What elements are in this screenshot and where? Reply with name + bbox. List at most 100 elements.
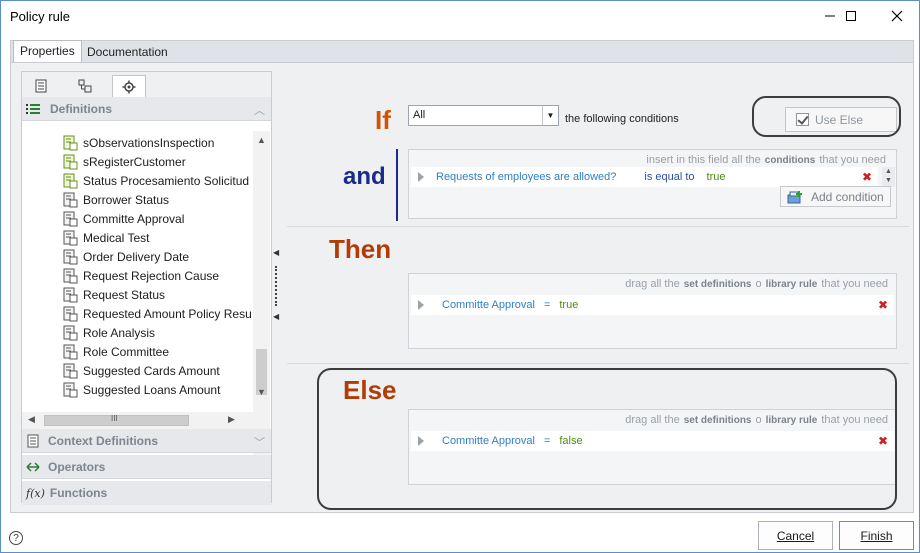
definition-icon — [63, 344, 78, 359]
definition-icon — [63, 268, 78, 283]
definition-icon — [63, 173, 78, 188]
chevron-down-icon: ﹀ — [254, 437, 265, 449]
definition-icon — [63, 382, 78, 397]
close-button[interactable] — [874, 1, 920, 31]
expand-arrow-icon[interactable] — [418, 300, 424, 310]
section-operators-label: Operators — [48, 459, 106, 474]
following-conditions-text: the following conditions — [565, 113, 679, 125]
scroll-up-icon[interactable]: ▲ — [257, 135, 266, 145]
tree-item[interactable]: Order Delivery Date — [62, 247, 189, 266]
scroll-right-icon[interactable]: ▶ — [228, 414, 235, 425]
tree-item-label: sObservationsInspection — [83, 135, 215, 150]
add-condition-label: Add condition — [811, 189, 884, 204]
tree-item[interactable]: Request Status — [62, 285, 165, 304]
section-functions-label: Functions — [49, 486, 108, 500]
tree-item[interactable]: Committe Approval — [62, 209, 184, 228]
left-icon-tabs — [22, 72, 271, 97]
scroll-down-icon[interactable]: ▼ — [257, 387, 266, 397]
list-icon — [26, 103, 40, 114]
match-select[interactable]: All ▼ — [408, 105, 559, 126]
else-value[interactable]: false — [559, 435, 582, 447]
tree-item-label: Suggested Cards Amount — [83, 363, 220, 378]
condition-operator[interactable]: is equal to — [644, 171, 694, 183]
then-value[interactable]: true — [559, 299, 578, 311]
tree-item-label: Request Rejection Cause — [83, 268, 220, 283]
tree-item[interactable]: sRegisterCustomer — [62, 152, 186, 171]
tree-vertical-scrollbar[interactable]: ▲ ▼ — [253, 131, 270, 459]
definition-icon — [63, 154, 78, 169]
finish-label: Finish — [860, 528, 893, 543]
condition-spinner[interactable]: ▲ ▼ — [882, 167, 895, 187]
then-field[interactable]: Committe Approval — [442, 299, 535, 311]
tree-item[interactable]: Requested Amount Policy Resu — [62, 304, 252, 323]
else-field[interactable]: Committe Approval — [442, 435, 535, 447]
else-actions-box[interactable]: drag all the set definitions o library rule… — [408, 409, 897, 485]
tree-item-label: Medical Test — [83, 230, 150, 245]
collapse-left-icon-2[interactable]: ◀ — [273, 312, 279, 321]
tree-item[interactable]: Status Procesamiento Solicitud — [62, 171, 249, 190]
tree-item-label: Role Analysis — [83, 325, 156, 340]
tab-gear[interactable] — [112, 75, 146, 97]
then-action-row[interactable]: Committe Approval = true ✖ — [411, 295, 894, 315]
section-functions[interactable]: f(x) Functions — [22, 481, 271, 505]
cancel-button[interactable]: Cancel — [758, 521, 833, 550]
condition-field[interactable]: Requests of employees are allowed? — [436, 171, 616, 183]
expand-arrow-icon[interactable] — [418, 436, 424, 446]
else-action-row[interactable]: Committe Approval = false ✖ — [411, 431, 894, 451]
tree-horizontal-scrollbar[interactable]: ◀ III ▶ — [22, 412, 253, 429]
then-actions-box[interactable]: drag all the set definitions o library rule… — [408, 273, 897, 349]
tab-documentation[interactable]: Documentation — [81, 42, 174, 63]
delete-icon[interactable]: ✖ — [878, 298, 888, 312]
close-icon — [891, 10, 903, 22]
finish-button[interactable]: Finish — [839, 521, 914, 550]
definition-icon — [63, 363, 78, 378]
rule-editor: If and All ▼ the following conditions Us… — [287, 91, 909, 499]
tree-item[interactable]: Borrower Status — [62, 190, 169, 209]
help-icon[interactable]: ? — [9, 531, 23, 545]
tab-document-list[interactable] — [24, 75, 58, 97]
tree-item[interactable]: Suggested Loans Amount — [62, 380, 220, 399]
maximize-button[interactable] — [828, 1, 874, 31]
scroll-left-icon[interactable]: ◀ — [28, 414, 35, 425]
tree-item[interactable]: Request Rejection Cause — [62, 266, 219, 285]
tree-item-label: sRegisterCustomer — [83, 154, 186, 169]
tree-item[interactable]: Role Committee — [62, 342, 169, 361]
definition-icon — [63, 249, 78, 264]
top-tabs: Properties Documentation — [10, 40, 914, 62]
tree-item[interactable]: Role Analysis — [62, 323, 155, 342]
tab-hierarchy[interactable] — [68, 75, 102, 97]
hierarchy-icon — [78, 79, 92, 93]
and-bracket — [396, 149, 398, 221]
tree-item-label: Role Committee — [83, 344, 170, 359]
gear-icon — [122, 80, 136, 93]
tree-item[interactable]: sObservationsInspection — [62, 133, 214, 152]
section-context-definitions[interactable]: Context Definitions ﹀ — [22, 429, 271, 453]
condition-row[interactable]: Requests of employees are allowed? is eq… — [411, 167, 878, 187]
definition-icon — [63, 135, 78, 150]
tab-properties[interactable]: Properties — [13, 40, 82, 62]
add-condition-button[interactable]: Add condition — [780, 186, 891, 207]
delete-icon[interactable]: ✖ — [862, 170, 872, 184]
collapse-left-icon[interactable]: ◀ — [273, 248, 279, 257]
tree-item[interactable]: Suggested Cards Amount — [62, 361, 220, 380]
expand-arrow-icon[interactable] — [418, 172, 424, 182]
panel-splitter[interactable]: ◀ ◀ — [273, 248, 279, 328]
definition-icon — [63, 192, 78, 207]
checkbox-checked-icon[interactable] — [796, 113, 809, 126]
else-block: Else drag all the set definitions o library… — [287, 365, 909, 499]
else-operator[interactable]: = — [544, 435, 550, 447]
section-operators[interactable]: Operators — [22, 455, 271, 479]
tree-item-label: Status Procesamiento Solicitud — [83, 173, 250, 188]
section-definitions[interactable]: Definitions ︿ — [22, 97, 271, 121]
definitions-tree: sObservationsInspection sRegisterCustomer… — [22, 131, 258, 459]
use-else-checkbox[interactable]: Use Else — [785, 107, 897, 132]
conditions-hint: insert in this field all the conditions th… — [646, 154, 886, 166]
then-keyword: Then — [329, 234, 392, 264]
tree-item-label: Suggested Loans Amount — [83, 382, 221, 397]
then-operator[interactable]: = — [544, 299, 550, 311]
condition-value[interactable]: true — [707, 171, 726, 183]
delete-icon[interactable]: ✖ — [878, 434, 888, 448]
tree-item[interactable]: Medical Test — [62, 228, 149, 247]
conditions-box[interactable]: insert in this field all the conditions th… — [408, 149, 897, 219]
horizontal-scroll-thumb[interactable]: III — [44, 414, 189, 426]
